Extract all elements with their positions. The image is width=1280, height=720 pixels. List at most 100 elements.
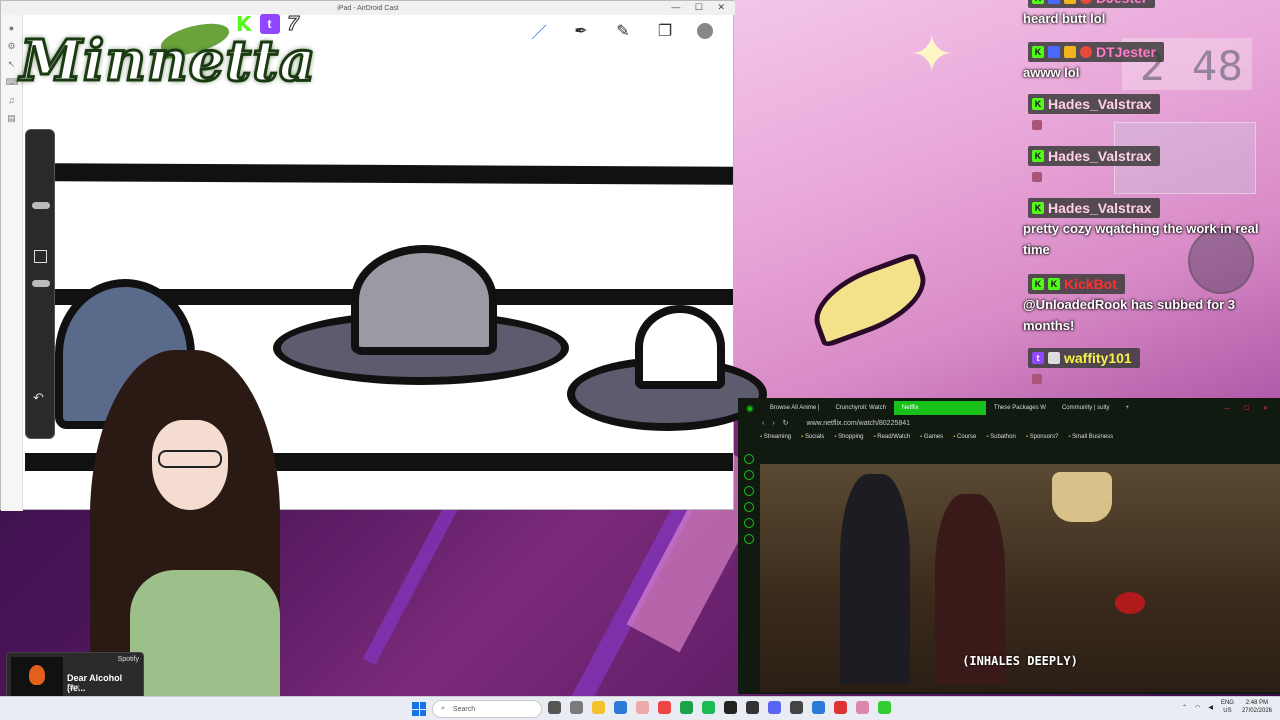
chat-message: K K KickBot @UnloadedRook has subbed for 3 …: [1018, 274, 1268, 336]
app-icon[interactable]: [658, 701, 671, 714]
sidebar-app-icon[interactable]: [744, 518, 754, 528]
url-text[interactable]: www.netflix.com/watch/80225841: [807, 420, 911, 427]
settings-icon[interactable]: ⚙: [6, 41, 18, 51]
browser-window-controls[interactable]: — ☐ ✕: [1224, 405, 1280, 412]
app-icon[interactable]: [812, 701, 825, 714]
folder-icon[interactable]: ▤: [6, 113, 18, 123]
nav-arrows-icon[interactable]: ‹›↻: [762, 419, 797, 427]
browser-tab[interactable]: Netflix: [893, 401, 986, 415]
volume-icon[interactable]: ◀: [1208, 704, 1213, 711]
drawing-toolbar: ／ ✒ ✎ ❐: [529, 19, 713, 43]
emote-icon: [1032, 374, 1042, 384]
chat-message: K DTJester awww lol: [1018, 42, 1164, 83]
app-icon[interactable]: [570, 701, 583, 714]
chat-username[interactable]: DTJester: [1096, 44, 1156, 60]
video-flowers: [1115, 592, 1145, 614]
chat-username[interactable]: Hades_Valstrax: [1048, 148, 1152, 164]
window-title-bar: iPad - AirDroid Cast — ☐ ✕: [1, 1, 735, 15]
bookmark-item[interactable]: Course: [953, 434, 976, 440]
app-icon[interactable]: [636, 701, 649, 714]
app-icon[interactable]: [790, 701, 803, 714]
bookmark-item[interactable]: Games: [920, 434, 943, 440]
sidebar-app-icon[interactable]: [744, 454, 754, 464]
emote-icon: [1032, 120, 1042, 130]
chat-message: K Hades_Valstrax: [1018, 94, 1160, 135]
bookmark-item[interactable]: Socials: [801, 434, 824, 440]
keyboard-icon[interactable]: ⌨: [6, 77, 19, 87]
app-icon[interactable]: [680, 701, 693, 714]
bookmarks-bar: Streaming Socials Shopping Read/Watch Games C…: [760, 434, 1113, 440]
eraser-icon[interactable]: ✎: [613, 21, 633, 41]
brush-size-slider[interactable]: ↶: [25, 129, 55, 439]
chat-username[interactable]: KickBot: [1064, 276, 1117, 292]
spotify-icon[interactable]: [702, 701, 715, 714]
taskbar-search[interactable]: ⌕ Search: [432, 700, 542, 718]
opacity-handle[interactable]: [32, 280, 50, 287]
color-picker[interactable]: [697, 23, 713, 39]
layers-icon[interactable]: ❐: [655, 21, 675, 41]
app-icon[interactable]: [746, 701, 759, 714]
sidebar-app-icon[interactable]: [744, 502, 754, 512]
user-icon[interactable]: ●: [6, 23, 18, 33]
app-icon[interactable]: [834, 701, 847, 714]
browser-sidebar: [738, 448, 760, 694]
chat-username[interactable]: DJester: [1096, 0, 1147, 6]
video-person: [840, 474, 910, 684]
bookmark-item[interactable]: Read/Watch: [873, 434, 910, 440]
app-icon[interactable]: [856, 701, 869, 714]
channel-logo: Minnetta: [18, 27, 317, 96]
sidebar-app-icon[interactable]: [744, 470, 754, 480]
eyedropper-button[interactable]: [34, 250, 47, 263]
browser-tab[interactable]: Community | sulty: [1054, 401, 1118, 415]
pointer-icon[interactable]: ↖: [6, 59, 18, 69]
kick-badge-icon: K: [1048, 278, 1060, 290]
chat-username[interactable]: Hades_Valstrax: [1048, 96, 1152, 112]
netflix-video-player[interactable]: (INHALES DEEPLY): [760, 464, 1280, 692]
mic-icon[interactable]: ♫: [6, 95, 18, 105]
datetime[interactable]: 2:48 PM 27/02/2026: [1242, 699, 1272, 715]
kick-icon: K: [236, 12, 252, 36]
top-icons: K t 7: [236, 12, 299, 36]
tray-chevron-icon[interactable]: ⌃: [1182, 704, 1187, 711]
start-button[interactable]: [412, 702, 426, 716]
browser-tab[interactable]: Browse All Anime |: [762, 401, 828, 415]
bookmark-item[interactable]: Subathon: [986, 434, 1016, 440]
wifi-icon[interactable]: ◠: [1195, 704, 1200, 711]
browser-tab[interactable]: These Packages W: [986, 401, 1054, 415]
brush-icon[interactable]: ／: [529, 19, 549, 43]
smudge-icon[interactable]: ✒: [571, 21, 591, 41]
chat-username[interactable]: Hades_Valstrax: [1048, 200, 1152, 216]
language-indicator[interactable]: ENG US: [1221, 699, 1234, 715]
browser-menu-icon[interactable]: ◉: [738, 403, 762, 414]
red-badge-icon: [1080, 0, 1092, 4]
video-subtitle: (INHALES DEEPLY): [962, 654, 1078, 668]
task-view-icon[interactable]: [548, 701, 561, 714]
sidebar-app-icon[interactable]: [744, 486, 754, 496]
edge-icon[interactable]: [614, 701, 627, 714]
undo-icon[interactable]: ↶: [33, 390, 44, 406]
bookmark-item[interactable]: Small Business: [1068, 434, 1113, 440]
discord-icon[interactable]: [768, 701, 781, 714]
address-bar[interactable]: ‹›↻ www.netflix.com/watch/80225841: [738, 416, 1280, 430]
app-icon[interactable]: [724, 701, 737, 714]
stream-chat: KDJesterheard butt lolKDTJesterawww lolK…: [1018, 0, 1280, 400]
chat-username-pill: K DTJester: [1028, 42, 1164, 62]
fire-icon: [29, 665, 45, 685]
bookmark-item[interactable]: Streaming: [760, 434, 791, 440]
brush-size-handle[interactable]: [32, 202, 50, 209]
browser-window: ◉ Browse All Anime | Crunchyroll: Watch Net…: [738, 398, 1280, 694]
new-tab-button[interactable]: +: [1118, 401, 1138, 415]
chat-username-pill: K Hades_Valstrax: [1028, 198, 1160, 218]
window-controls[interactable]: — ☐ ✕: [671, 2, 731, 13]
app-icon[interactable]: [878, 701, 891, 714]
sidebar-app-icon[interactable]: [744, 534, 754, 544]
browser-tab[interactable]: Crunchyroll: Watch: [827, 401, 893, 415]
bookmark-item[interactable]: Shopping: [834, 434, 863, 440]
taskbar-apps: [548, 701, 891, 714]
chat-username-pill: K Hades_Valstrax: [1028, 94, 1160, 114]
chat-username[interactable]: waffity101: [1064, 350, 1132, 366]
red-badge-icon: [1080, 46, 1092, 58]
file-explorer-icon[interactable]: [592, 701, 605, 714]
bookmark-item[interactable]: Sponsors?: [1026, 434, 1059, 440]
top-count: 7: [287, 12, 299, 35]
